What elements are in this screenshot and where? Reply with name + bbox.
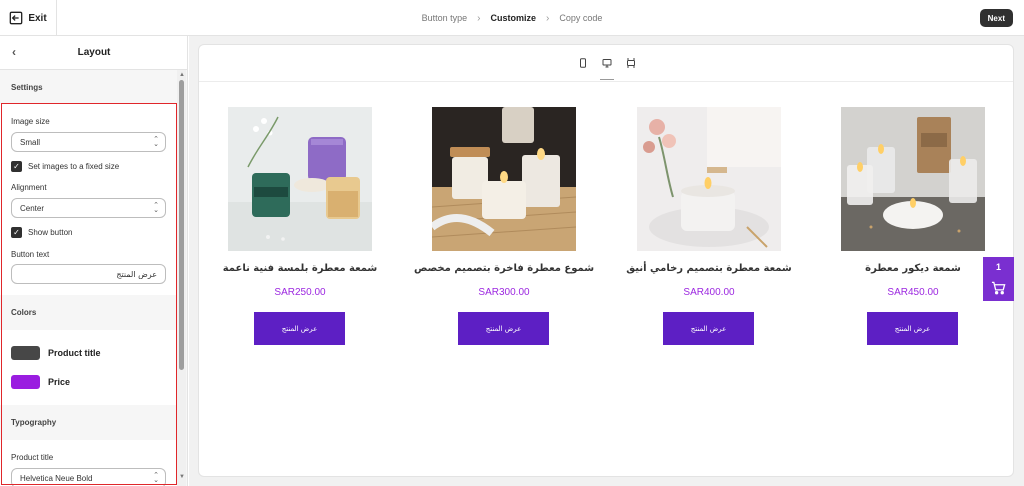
step-button-type[interactable]: Button type	[422, 13, 468, 23]
section-colors-heading: Colors	[0, 296, 177, 329]
mobile-view-icon[interactable]	[576, 56, 590, 70]
alignment-label: Alignment	[11, 183, 47, 192]
color-label: Price	[48, 377, 71, 387]
show-button-checkbox[interactable]: ✓ Show button	[11, 227, 72, 238]
color-label: Product title	[48, 348, 101, 358]
button-text-input[interactable]	[11, 264, 166, 284]
product-price: SAR400.00	[683, 287, 735, 298]
cart-count: 1	[995, 262, 1001, 272]
cart-widget[interactable]: 1	[983, 257, 1014, 301]
image-size-value: Small	[20, 137, 41, 147]
chevron-right-icon: ›	[546, 12, 550, 24]
alignment-select[interactable]: Center ⌃ ⌄	[11, 198, 166, 218]
view-product-button[interactable]: عرض المنتج	[254, 312, 345, 345]
chevron-right-icon: ›	[477, 12, 481, 24]
cart-icon	[991, 281, 1006, 295]
fixed-size-checkbox[interactable]: ✓ Set images to a fixed size	[11, 161, 119, 172]
product-price: SAR450.00	[887, 287, 939, 298]
select-caret-icon: ⌃ ⌄	[153, 136, 159, 148]
product-title-font-select[interactable]: Helvetica Neue Bold ⌃ ⌄	[11, 468, 166, 486]
panel-scrollbar[interactable]: ▲ ▼	[177, 70, 186, 486]
product-title-font-value: Helvetica Neue Bold	[20, 473, 93, 483]
product-price: SAR300.00	[478, 287, 530, 298]
product-image[interactable]	[841, 107, 985, 251]
next-button[interactable]: Next	[979, 9, 1013, 27]
scrollbar-thumb[interactable]	[179, 80, 184, 370]
show-button-label: Show button	[28, 228, 73, 237]
product-price: SAR250.00	[274, 287, 326, 298]
top-bar: Exit Button type › Customize › Copy code…	[0, 0, 1024, 36]
panel-header: ‹ Layout	[0, 36, 187, 70]
typography-section: Product title Helvetica Neue Bold ⌃ ⌄	[0, 440, 177, 486]
step-customize[interactable]: Customize	[491, 13, 537, 23]
color-swatch	[11, 375, 40, 389]
preview-canvas: شمعة معطرة بلمسة فنية ناعمة SAR250.00 عر…	[198, 44, 1014, 477]
desktop-view-icon[interactable]	[600, 56, 614, 80]
checkmark-icon: ✓	[11, 161, 22, 172]
color-product-title[interactable]: Product title	[11, 346, 101, 360]
view-product-button[interactable]: عرض المنتج	[867, 312, 958, 345]
section-settings-heading: Settings	[0, 71, 177, 104]
select-caret-icon: ⌃ ⌄	[153, 202, 159, 214]
step-copy-code[interactable]: Copy code	[559, 13, 602, 23]
fixed-size-label: Set images to a fixed size	[28, 162, 120, 171]
scroll-down-icon[interactable]: ▼	[179, 474, 185, 480]
select-caret-icon: ⌃ ⌄	[153, 472, 159, 484]
button-text-label: Button text	[11, 250, 50, 259]
product-image[interactable]	[637, 107, 781, 251]
view-product-button[interactable]: عرض المنتج	[663, 312, 754, 345]
color-swatch	[11, 346, 40, 360]
product-image[interactable]	[228, 107, 372, 251]
device-toggle-bar	[199, 45, 1013, 82]
image-size-label: Image size	[11, 117, 50, 126]
settings-section: Image size Small ⌃ ⌄ ✓ Set images to a fi…	[0, 104, 177, 295]
product-title[interactable]: شمعة معطرة بتصميم رخامي أنيق	[607, 263, 811, 274]
panel-title: Layout	[77, 47, 111, 58]
step-breadcrumb: Button type › Customize › Copy code	[0, 0, 1024, 36]
product-title[interactable]: شموع معطرة فاخرة بتصميم مخصص	[402, 263, 606, 274]
colors-section: Product title Price	[0, 330, 177, 405]
product-title[interactable]: شمعة معطرة بلمسة فنية ناعمة	[199, 263, 402, 274]
color-price[interactable]: Price	[11, 375, 70, 389]
settings-panel: ‹ Layout Settings Image size Small ⌃ ⌄ ✓ …	[0, 36, 188, 486]
exit-label: Exit	[28, 12, 47, 24]
fullscreen-view-icon[interactable]	[624, 56, 638, 70]
exit-button[interactable]: Exit	[0, 0, 57, 36]
view-product-button[interactable]: عرض المنتج	[458, 312, 549, 345]
back-chevron-icon[interactable]: ‹	[12, 45, 16, 59]
checkmark-icon: ✓	[11, 227, 22, 238]
product-image[interactable]	[432, 107, 576, 251]
section-typography-heading: Typography	[0, 406, 177, 439]
image-size-select[interactable]: Small ⌃ ⌄	[11, 132, 166, 152]
exit-icon	[9, 11, 23, 25]
alignment-value: Center	[20, 203, 45, 213]
scroll-up-icon[interactable]: ▲	[179, 72, 185, 78]
product-title-font-label: Product title	[11, 453, 54, 462]
